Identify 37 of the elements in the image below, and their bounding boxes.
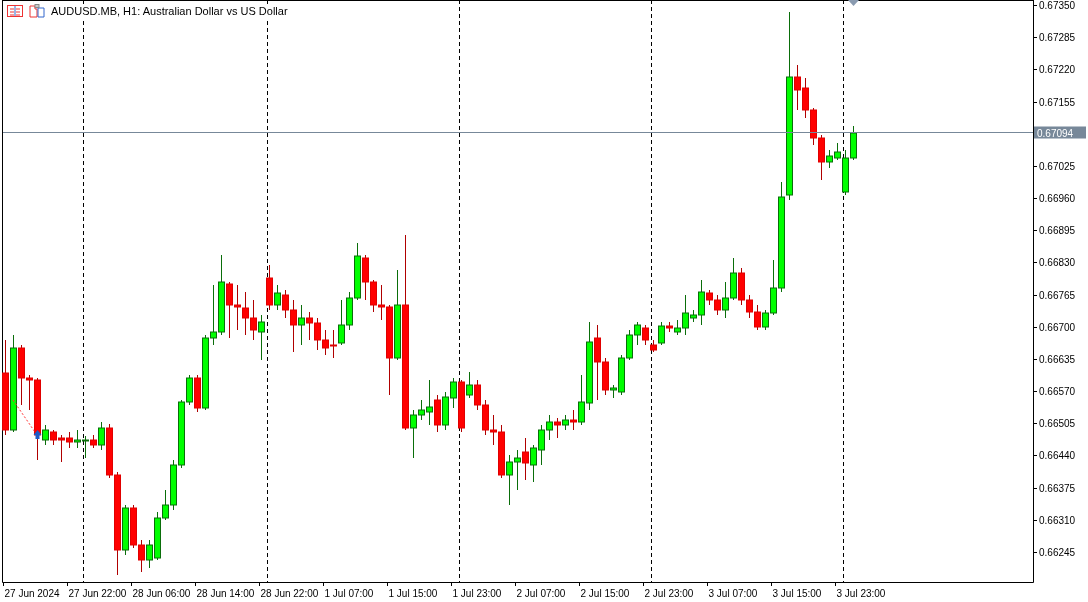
price-label: 0.67155	[1039, 97, 1076, 108]
time-label: 3 Jul 15:00	[772, 588, 822, 599]
time-label: 1 Jul 15:00	[388, 588, 438, 599]
chart-icon[interactable]	[29, 4, 45, 18]
time-label: 1 Jul 23:00	[452, 588, 502, 599]
time-label: 27 Jun 2024	[4, 588, 60, 599]
triangle-marker-icon[interactable]	[848, 0, 859, 6]
price-label: 0.67220	[1039, 64, 1076, 75]
time-label: 28 Jun 22:00	[260, 588, 319, 599]
price-label: 0.66830	[1039, 257, 1076, 268]
price-label: 0.67350	[1039, 0, 1076, 11]
time-label: 27 Jun 22:00	[68, 588, 127, 599]
price-label: 0.67285	[1039, 32, 1076, 43]
price-label: 0.66245	[1039, 547, 1076, 558]
time-label: 3 Jul 23:00	[836, 588, 886, 599]
price-label: 0.66635	[1039, 354, 1076, 365]
price-label: 0.66505	[1039, 418, 1076, 429]
time-label: 3 Jul 07:00	[708, 588, 758, 599]
price-label: 0.66570	[1039, 386, 1076, 397]
price-label: 0.66700	[1039, 322, 1076, 333]
chart-title: AUDUSD.MB, H1: Australian Dollar vs US Dollar	[51, 5, 288, 17]
window-icon[interactable]	[7, 4, 23, 18]
time-label: 2 Jul 07:00	[516, 588, 566, 599]
price-label: 0.67025	[1039, 161, 1076, 172]
time-label: 28 Jun 14:00	[196, 588, 255, 599]
time-label: 2 Jul 23:00	[644, 588, 694, 599]
price-label: 0.66310	[1039, 515, 1076, 526]
buy-arrow-icon	[33, 430, 42, 439]
time-label: 1 Jul 07:00	[324, 588, 374, 599]
price-label: 0.66895	[1039, 225, 1076, 236]
time-label: 28 Jun 06:00	[132, 588, 191, 599]
current-price-label: 0.67094	[1034, 126, 1086, 139]
price-label: 0.66960	[1039, 193, 1076, 204]
price-label: 0.66765	[1039, 290, 1076, 301]
price-label: 0.66375	[1039, 483, 1076, 494]
price-label: 0.66440	[1039, 450, 1076, 461]
time-label: 2 Jul 15:00	[580, 588, 630, 599]
